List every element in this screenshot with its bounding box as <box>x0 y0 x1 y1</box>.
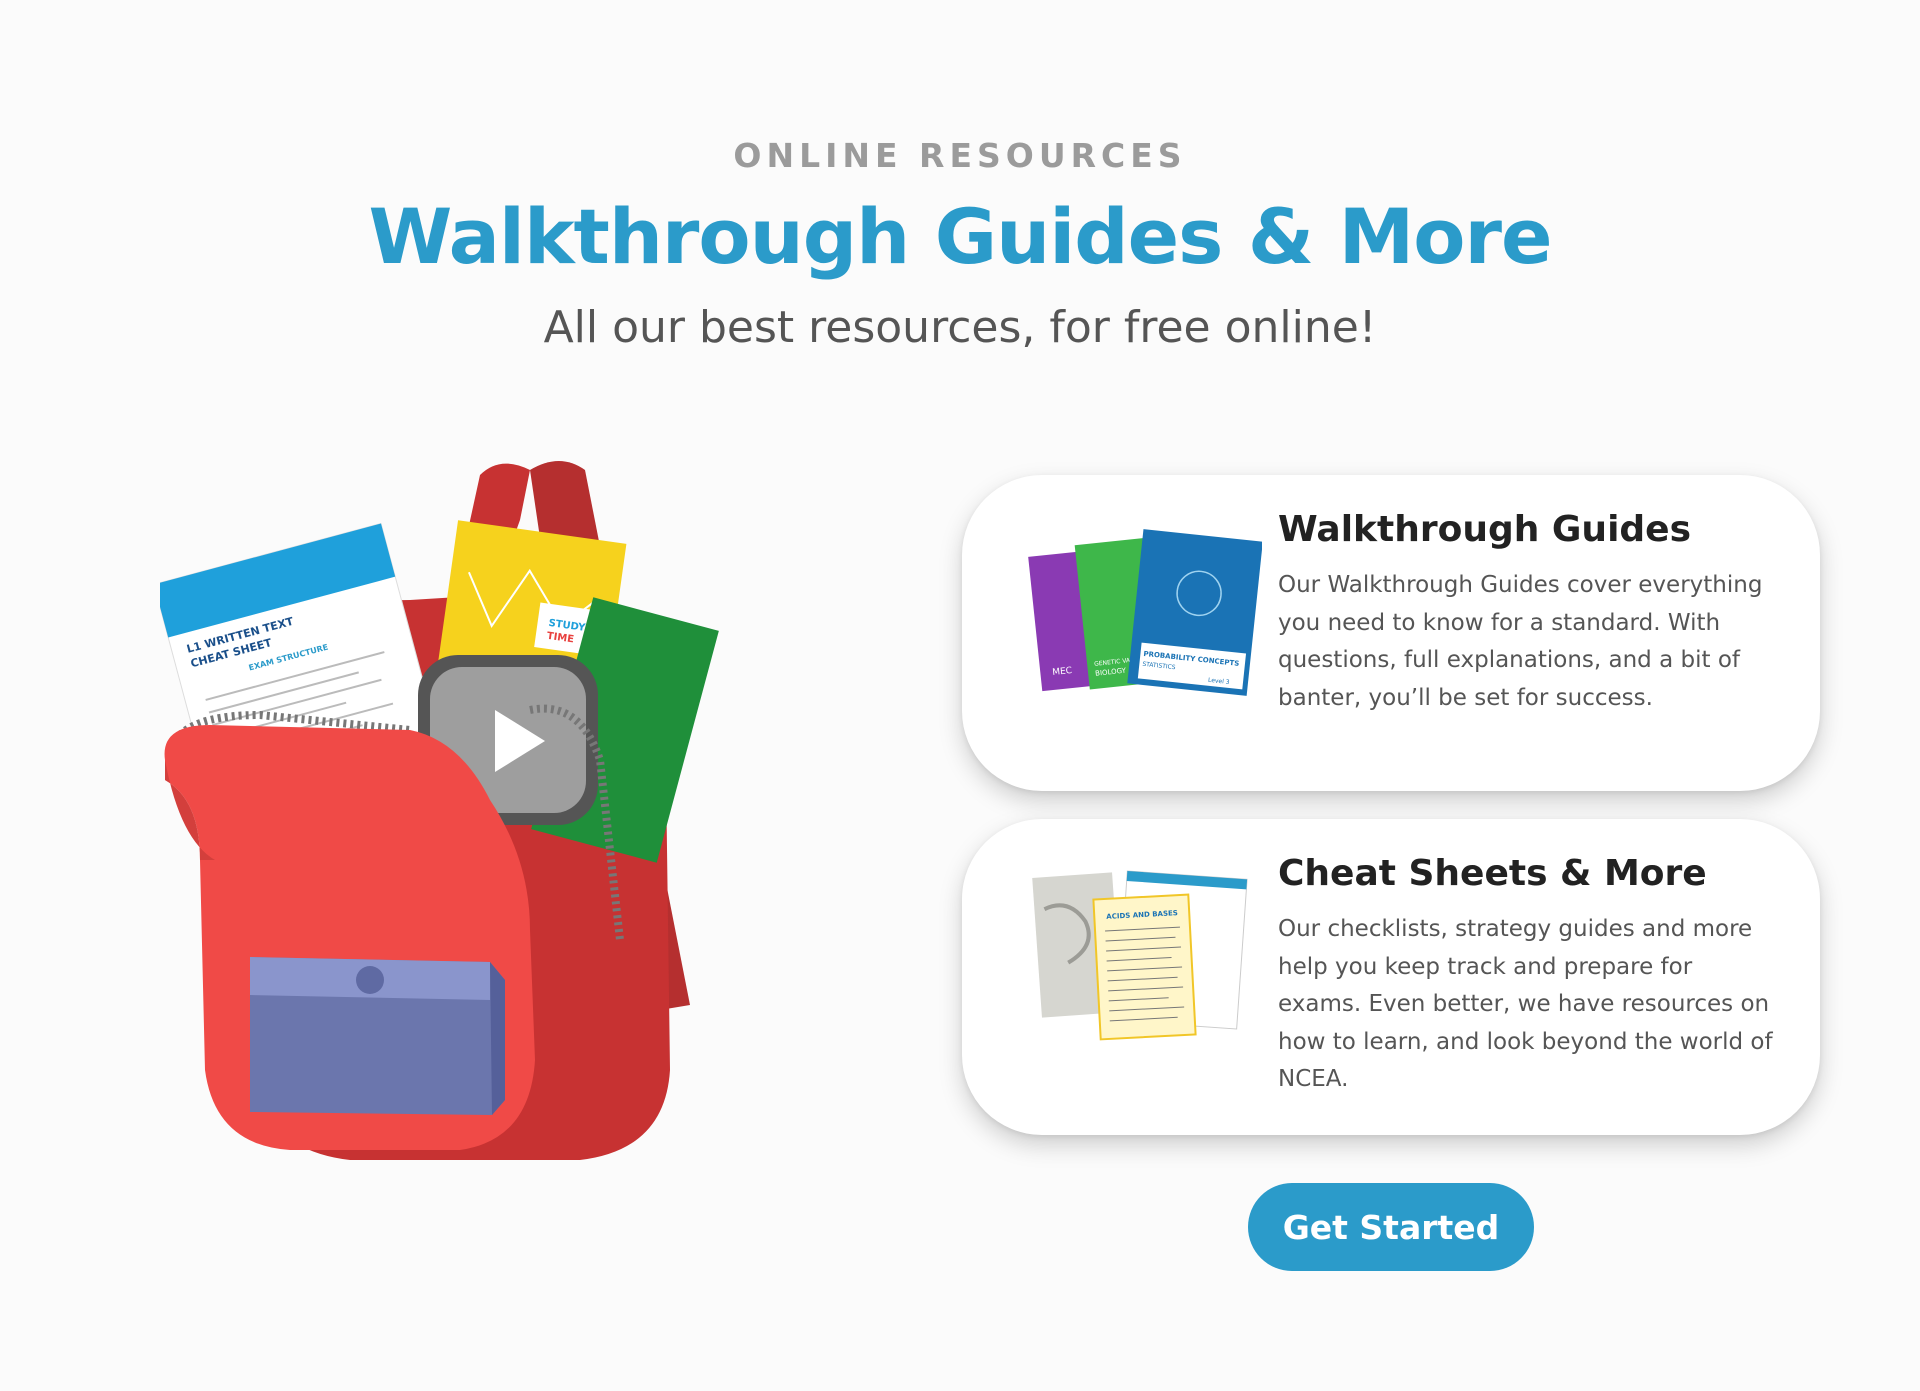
card-title: Walkthrough Guides <box>1278 509 1692 550</box>
pocket-button <box>356 966 384 994</box>
book-label: MEC <box>1052 666 1073 678</box>
card-description: Our Walkthrough Guides cover everything … <box>1278 572 1763 711</box>
get-started-button[interactable]: Get Started <box>1248 1183 1534 1271</box>
section-eyebrow: ONLINE RESOURCES <box>733 136 1187 175</box>
card-description: Our checklists, strategy guides and more… <box>1278 916 1773 1092</box>
page-title: Walkthrough Guides & More <box>368 192 1553 281</box>
cheat-sheets-card[interactable]: ACIDS AND BASES Cheat Sheets & More Our … <box>962 819 1820 1135</box>
front-pocket <box>250 957 505 1115</box>
page-subtitle: All our best resources, for free online! <box>543 302 1377 353</box>
backpack-illustration: L1 WRITTEN TEXT CHEAT SHEET EXAM STRUCTU… <box>160 461 719 1160</box>
card-title: Cheat Sheets & More <box>1278 853 1707 894</box>
guide-books-icon: MEC GENETIC VARIA BIOLOGY PROBABILITY CO… <box>1028 529 1262 696</box>
cheat-sheets-icon: ACIDS AND BASES <box>1032 870 1248 1041</box>
walkthrough-guides-card[interactable]: MEC GENETIC VARIA BIOLOGY PROBABILITY CO… <box>962 475 1820 791</box>
